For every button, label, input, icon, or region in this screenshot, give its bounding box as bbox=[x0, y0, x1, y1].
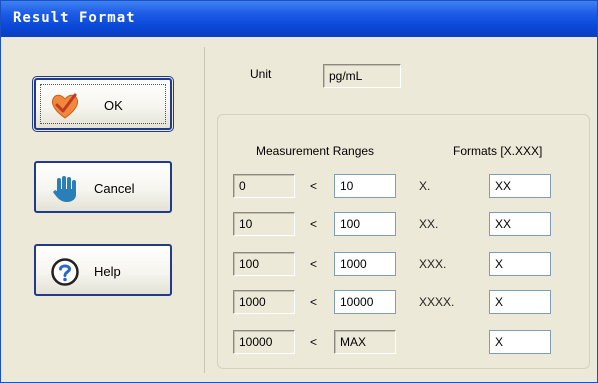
range-high-input[interactable] bbox=[334, 290, 396, 314]
formats-header: Formats [X.XXX] bbox=[453, 144, 543, 158]
less-than-sign: < bbox=[310, 295, 318, 309]
heart-check-icon bbox=[51, 93, 79, 119]
unit-field: pg/mL bbox=[323, 64, 401, 88]
window-title: Result Format bbox=[13, 10, 136, 26]
range-high-input[interactable] bbox=[334, 174, 396, 198]
format-input[interactable] bbox=[489, 330, 551, 354]
help-button[interactable]: Help bbox=[34, 244, 172, 296]
less-than-sign: < bbox=[310, 335, 318, 349]
title-bar[interactable]: Result Format bbox=[1, 1, 597, 37]
less-than-sign: < bbox=[310, 179, 318, 193]
less-than-sign: < bbox=[310, 217, 318, 231]
less-than-sign: < bbox=[310, 257, 318, 271]
ok-button[interactable]: OK bbox=[32, 76, 174, 132]
range-low-field: 10 bbox=[233, 212, 295, 236]
question-icon bbox=[51, 258, 79, 286]
result-format-dialog: Result Format OK Cancel Help Unit pg/mL … bbox=[0, 0, 598, 383]
cancel-label: Cancel bbox=[94, 181, 135, 196]
format-input[interactable] bbox=[489, 290, 551, 314]
range-low-field: 10000 bbox=[233, 330, 295, 354]
cancel-button[interactable]: Cancel bbox=[34, 161, 172, 213]
format-label: X. bbox=[419, 179, 431, 193]
ok-label: OK bbox=[104, 98, 123, 113]
divider bbox=[204, 47, 205, 373]
range-high-input[interactable] bbox=[334, 252, 396, 276]
format-input[interactable] bbox=[489, 212, 551, 236]
format-input[interactable] bbox=[489, 174, 551, 198]
range-high-field: MAX bbox=[334, 330, 396, 354]
unit-label: Unit bbox=[250, 67, 272, 81]
range-high-input[interactable] bbox=[334, 212, 396, 236]
hand-stop-icon bbox=[53, 176, 76, 202]
range-low-field: 0 bbox=[233, 174, 295, 198]
range-low-field: 100 bbox=[233, 252, 295, 276]
help-label: Help bbox=[94, 264, 121, 279]
format-label: XXX. bbox=[419, 257, 447, 271]
range-low-field: 1000 bbox=[233, 290, 295, 314]
format-label: XX. bbox=[419, 217, 439, 231]
format-input[interactable] bbox=[489, 252, 551, 276]
measurement-ranges-header: Measurement Ranges bbox=[256, 144, 375, 158]
format-label: XXXX. bbox=[419, 295, 455, 309]
